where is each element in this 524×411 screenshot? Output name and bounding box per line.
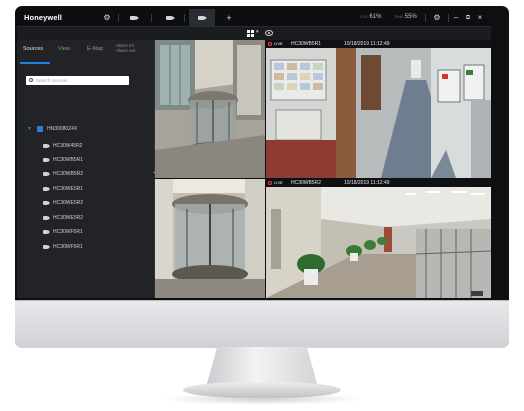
- tab-sources[interactable]: Sources: [23, 46, 43, 52]
- monitor-stand-base: [183, 382, 341, 398]
- camera-timestamp: 10/18/2019 11:12:49: [344, 41, 390, 47]
- live-indicator: LIVE: [268, 180, 283, 186]
- camera-icon: [43, 201, 50, 205]
- camera-feed-revolving-door: [155, 40, 265, 178]
- camera-timestamp: 10/18/2019 11:12:49: [344, 180, 390, 186]
- cpu-usage: CPU 61%: [360, 14, 381, 20]
- search-icon: [29, 78, 33, 82]
- camera-label: HC30WE5R2: [53, 200, 84, 206]
- app-window: Honeywell ⚙ + CPU 61% RAM 55% ⚙ – ⧉ × ▾ So…: [17, 9, 491, 298]
- tile-header: LIVE HC30WB5R1 10/18/2019 11:12:49: [266, 40, 491, 48]
- video-tile-4[interactable]: LIVE HC30WB5R2 10/18/2019 11:12:49: [266, 179, 491, 298]
- camera-icon: [43, 230, 50, 234]
- camera-icon: [166, 16, 175, 20]
- restore-icon[interactable]: ⧉: [462, 12, 474, 24]
- title-bar: Honeywell ⚙ + CPU 61% RAM 55% ⚙ – ⧉ ×: [17, 9, 491, 27]
- camera-feed-open-office: [266, 179, 491, 298]
- video-tile-1[interactable]: [155, 40, 265, 178]
- chevron-down-icon[interactable]: ▾: [256, 29, 259, 35]
- expand-triangle-icon[interactable]: ▼: [27, 126, 32, 132]
- tab-live-view-2[interactable]: [157, 9, 183, 27]
- ram-value: 55%: [404, 14, 417, 20]
- tree-item-camera[interactable]: HC30WE5R2: [43, 199, 143, 207]
- tree-item-camera[interactable]: HC30WE5R2: [43, 214, 143, 222]
- live-label: LIVE: [274, 180, 283, 185]
- camera-label: HC30WE5R2: [53, 215, 84, 221]
- close-icon[interactable]: ×: [474, 12, 486, 24]
- add-tab-icon[interactable]: +: [223, 12, 235, 24]
- minimize-icon[interactable]: –: [450, 12, 462, 24]
- camera-label: HC30WF5R1: [53, 229, 83, 235]
- tile-header: LIVE HC30WB5R2 10/18/2019 11:12:49: [266, 179, 491, 187]
- active-tab-indicator: [20, 62, 50, 64]
- divider: [184, 14, 185, 22]
- video-tile-2[interactable]: LIVE HC30WB5R1 10/18/2019 11:12:49: [266, 40, 491, 178]
- divider: [448, 14, 449, 22]
- cpu-label: CPU: [360, 15, 368, 19]
- settings-gear-icon[interactable]: ⚙: [431, 12, 443, 24]
- tree-item-camera[interactable]: HC30WF5R1: [43, 228, 143, 236]
- tab-live-view-1[interactable]: [121, 9, 147, 27]
- search-input[interactable]: [36, 76, 126, 85]
- camera-icon: [43, 216, 50, 220]
- camera-icon: [130, 16, 139, 20]
- ram-label: RAM: [395, 15, 403, 19]
- tree-node-label: HN30080Z4X: [47, 126, 78, 132]
- monitor-chin: [15, 300, 509, 348]
- sources-panel: Sources View E-Map Alarm In/ Alarm out ▼…: [17, 40, 155, 298]
- cpu-value: 61%: [369, 14, 382, 20]
- divider: [151, 14, 152, 22]
- honeywell-logo: Honeywell: [24, 13, 62, 22]
- live-indicator: LIVE: [268, 41, 283, 47]
- camera-label: HC30W45R2: [53, 143, 83, 149]
- camera-icon: [43, 144, 50, 148]
- video-grid: LIVE HC30WB5R1 10/18/2019 11:12:49 LIVE …: [155, 40, 491, 298]
- live-dot-icon: [268, 42, 272, 46]
- tree-item-camera[interactable]: HC30WB5R2: [43, 170, 143, 178]
- tab-emap[interactable]: E-Map: [87, 46, 103, 52]
- nvr-icon: [37, 126, 43, 132]
- camera-icon: [43, 245, 50, 249]
- camera-icon: [198, 16, 207, 20]
- search-box[interactable]: [26, 76, 129, 85]
- camera-feed-office-corridor: [266, 40, 491, 178]
- layout-grid-icon[interactable]: [247, 30, 254, 37]
- camera-label: HC30WB5R1: [53, 157, 84, 163]
- camera-name: HC30WB5R1: [291, 41, 322, 47]
- tab-live-view-3[interactable]: [189, 9, 215, 27]
- tree-item-camera[interactable]: HC30WB5R1: [43, 156, 143, 164]
- monitor-stand-neck: [206, 347, 318, 387]
- video-tile-3[interactable]: [155, 179, 265, 298]
- tree-node-nvr[interactable]: ▼ HN30080Z4X: [27, 125, 137, 133]
- camera-icon: [43, 187, 50, 191]
- tree-item-camera[interactable]: HC30W45R2: [43, 142, 143, 150]
- camera-label: HC30WB5R2: [53, 171, 84, 177]
- gear-icon[interactable]: ⚙: [101, 12, 113, 24]
- tree-item-camera[interactable]: HC30WE5R1: [43, 185, 143, 193]
- camera-icon: [43, 158, 50, 162]
- camera-icon: [43, 172, 50, 176]
- divider: [425, 14, 426, 22]
- live-label: LIVE: [274, 41, 283, 46]
- camera-label: HC30WE5R1: [53, 186, 84, 192]
- eye-icon[interactable]: [265, 30, 273, 36]
- live-dot-icon: [268, 181, 272, 185]
- divider: [118, 14, 119, 22]
- tree-item-camera[interactable]: HC30WF5R1: [43, 243, 143, 251]
- tab-view[interactable]: View: [58, 46, 70, 52]
- camera-label: HC30WF5R1: [53, 244, 83, 250]
- sidebar-tabs: Sources View E-Map Alarm In/ Alarm out: [17, 40, 137, 66]
- camera-feed-entrance: [155, 179, 265, 298]
- tab-alarm[interactable]: Alarm In/ Alarm out: [116, 43, 135, 53]
- ram-usage: RAM 55%: [395, 14, 417, 20]
- camera-name: HC30WB5R2: [291, 180, 322, 186]
- layout-toolbar: ▾: [17, 27, 491, 40]
